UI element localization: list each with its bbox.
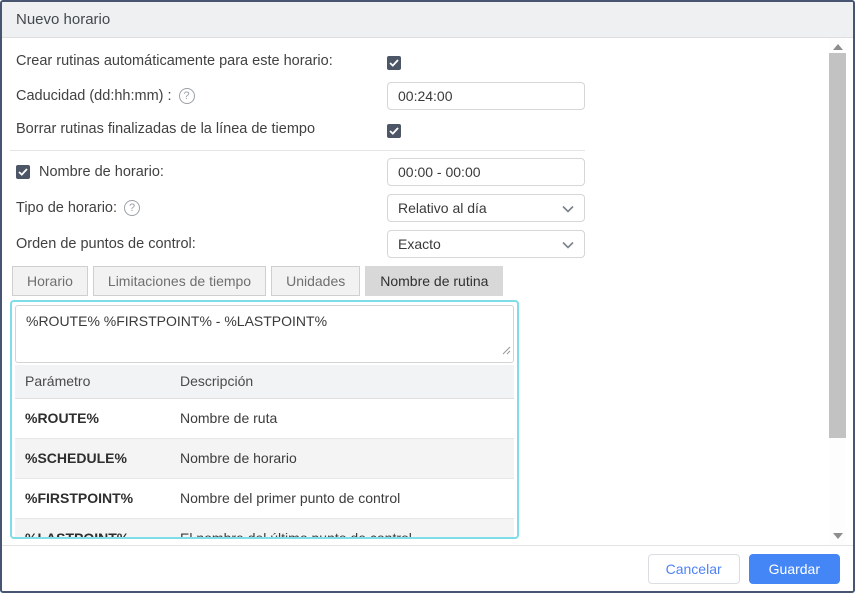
help-icon[interactable]: ? bbox=[124, 200, 141, 216]
column-header-parametro: Parámetro bbox=[15, 365, 170, 399]
cancel-button[interactable]: Cancelar bbox=[647, 553, 740, 584]
expiration-label: Caducidad (dd:hh:mm) : bbox=[16, 88, 172, 104]
tab-bar: Horario Limitaciones de tiempo Unidades … bbox=[12, 266, 504, 296]
dialog-body: Crear rutinas automáticamente para este … bbox=[2, 38, 853, 545]
auto-create-label: Crear rutinas automáticamente para este … bbox=[16, 53, 333, 69]
tab-nombre-de-rutina[interactable]: Nombre de rutina bbox=[365, 266, 504, 296]
dialog-titlebar: Nuevo horario bbox=[2, 2, 853, 38]
auto-create-checkbox[interactable] bbox=[387, 54, 401, 72]
checkpoint-order-select[interactable]: Exacto bbox=[387, 230, 585, 258]
schedule-name-input[interactable] bbox=[387, 158, 585, 186]
save-button[interactable]: Guardar bbox=[748, 553, 840, 584]
expiration-row: Caducidad (dd:hh:mm) : ? bbox=[16, 82, 195, 110]
param-name: %ROUTE% bbox=[15, 398, 170, 439]
tab-limitaciones-de-tiempo[interactable]: Limitaciones de tiempo bbox=[92, 266, 267, 296]
checkpoint-order-row: Orden de puntos de control: bbox=[16, 230, 196, 258]
param-name: %FIRSTPOINT% bbox=[15, 478, 170, 519]
section-divider bbox=[10, 150, 585, 151]
schedule-type-select[interactable]: Relativo al día bbox=[387, 194, 585, 222]
param-description: Nombre de ruta bbox=[170, 398, 514, 439]
routine-name-panel: %ROUTE% %FIRSTPOINT% - %LASTPOINT% Parám… bbox=[10, 300, 519, 539]
new-schedule-dialog: Nuevo horario Crear rutinas automáticame… bbox=[0, 0, 855, 593]
schedule-type-value: Relativo al día bbox=[398, 200, 487, 216]
table-row: %FIRSTPOINT% Nombre del primer punto de … bbox=[15, 478, 514, 519]
expiration-input[interactable] bbox=[387, 82, 585, 110]
dialog-footer: Cancelar Guardar bbox=[2, 545, 853, 591]
dialog-title: Nuevo horario bbox=[16, 11, 111, 28]
scrollbar-thumb[interactable] bbox=[829, 53, 846, 438]
column-header-descripcion: Descripción bbox=[170, 365, 514, 399]
table-row: %LASTPOINT% El nombre del último punto d… bbox=[15, 518, 514, 537]
scroll-up-icon[interactable] bbox=[833, 44, 843, 50]
param-name: %SCHEDULE% bbox=[15, 438, 170, 479]
table-header-row: Parámetro Descripción bbox=[15, 365, 514, 399]
table-row: %ROUTE% Nombre de ruta bbox=[15, 398, 514, 439]
schedule-name-label: Nombre de horario: bbox=[39, 164, 164, 180]
scroll-down-icon[interactable] bbox=[833, 533, 843, 539]
table-row: %SCHEDULE% Nombre de horario bbox=[15, 438, 514, 479]
remove-finished-row: Borrar rutinas finalizadas de la línea d… bbox=[16, 115, 315, 143]
chevron-down-icon bbox=[562, 200, 574, 216]
remove-finished-checkbox[interactable] bbox=[387, 122, 401, 140]
checkbox-checked-icon bbox=[387, 124, 401, 138]
schedule-type-row: Tipo de horario: ? bbox=[16, 194, 141, 222]
remove-finished-label: Borrar rutinas finalizadas de la línea d… bbox=[16, 121, 316, 137]
checkpoint-order-value: Exacto bbox=[398, 236, 441, 252]
vertical-scrollbar[interactable] bbox=[829, 38, 846, 545]
routine-name-template-textarea[interactable]: %ROUTE% %FIRSTPOINT% - %LASTPOINT% bbox=[15, 305, 514, 363]
schedule-type-label: Tipo de horario: bbox=[16, 200, 118, 216]
checkpoint-order-label: Orden de puntos de control: bbox=[16, 236, 196, 252]
schedule-name-checkbox[interactable] bbox=[16, 165, 30, 179]
tab-unidades[interactable]: Unidades bbox=[271, 266, 361, 296]
param-name: %LASTPOINT% bbox=[15, 518, 170, 537]
param-description: Nombre de horario bbox=[170, 438, 514, 479]
parameters-table: Parámetro Descripción %ROUTE% Nombre de … bbox=[15, 365, 514, 537]
schedule-name-row: Nombre de horario: bbox=[16, 158, 164, 186]
auto-create-row: Crear rutinas automáticamente para este … bbox=[16, 47, 333, 75]
resize-handle-icon[interactable] bbox=[502, 342, 511, 360]
help-icon[interactable]: ? bbox=[178, 88, 195, 104]
tab-horario[interactable]: Horario bbox=[12, 266, 88, 296]
param-description: El nombre del último punto de control bbox=[170, 518, 514, 537]
checkbox-checked-icon bbox=[387, 56, 401, 70]
chevron-down-icon bbox=[562, 236, 574, 252]
param-description: Nombre del primer punto de control bbox=[170, 478, 514, 519]
